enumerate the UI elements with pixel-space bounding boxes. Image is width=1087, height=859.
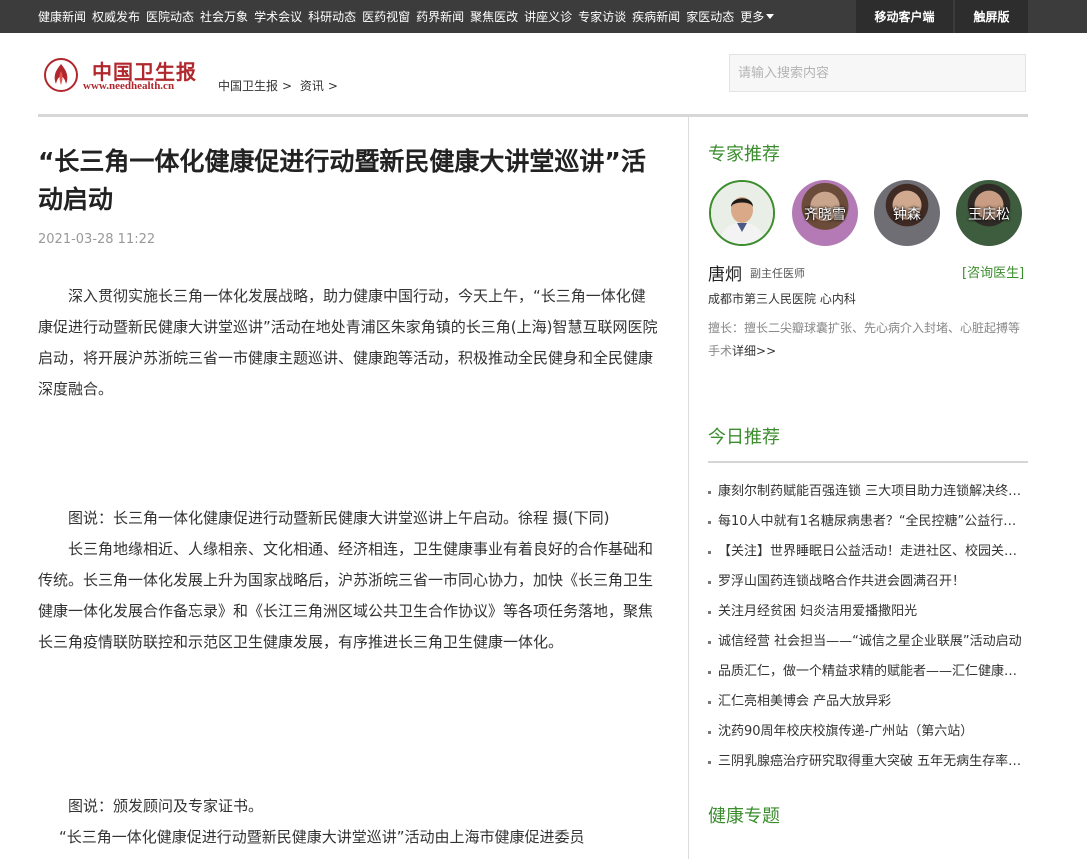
nav-item[interactable]: 社会万象 (200, 8, 248, 25)
nav-item[interactable]: 专家访谈 (578, 8, 626, 25)
news-title: 三阴乳腺癌治疗研究取得重大突破 五年无病生存率显著提高 (718, 754, 1028, 769)
nav-item[interactable]: 医院动态 (146, 8, 194, 25)
nav-item[interactable]: 医药视窗 (362, 8, 410, 25)
search-input[interactable] (729, 54, 1026, 92)
nav-item[interactable]: 聚焦医改 (470, 8, 518, 25)
nav-item[interactable]: 健康新闻 (38, 8, 86, 25)
doctor-rank: 副主任医师 (750, 267, 805, 280)
nav-item[interactable]: 讲座义诊 (524, 8, 572, 25)
expert-name-label: 齐晓雪 (804, 207, 846, 223)
column-divider (688, 117, 689, 859)
article-title: “长三角一体化健康促进行动暨新民健康大讲堂巡讲”活动启动 (38, 147, 646, 214)
logo-url: www.needhealth.cn (83, 80, 175, 92)
mobile-client-button[interactable]: 移动客户端 (856, 0, 953, 33)
expert-avatar[interactable]: 王庆松 (956, 180, 1022, 246)
news-list: 康刻尔制药赋能百强连锁 三大项目助力连锁解决终端难题 每10人中就有1名糖尿病患… (708, 477, 1028, 777)
news-item[interactable]: 诚信经营 社会担当——“诚信之星企业联展”活动启动 (708, 627, 1028, 657)
nav-item[interactable]: 科研动态 (308, 8, 356, 25)
doctor-hospital: 成都市第三人民医院 心内科 (708, 292, 856, 306)
site-logo[interactable]: 中国卫生报 www.needhealth.cn (44, 56, 214, 96)
nav-item[interactable]: 家医动态 (686, 8, 734, 25)
top-nav-bar: 健康新闻 权威发布 医院动态 社会万象 学术会议 科研动态 医药视窗 药界新闻 … (0, 0, 1087, 33)
chevron-down-icon (766, 14, 775, 19)
experts-section-title: 专家推荐 (708, 144, 780, 165)
expert-avatar[interactable] (709, 180, 775, 246)
news-title: 【关注】世界睡眠日公益活动！走进社区、校园关注睡眠健康 (718, 544, 1028, 559)
bullet-icon (708, 641, 711, 644)
bullet-icon (708, 581, 711, 584)
breadcrumb-separator: > (327, 79, 338, 93)
today-section-title: 今日推荐 (708, 427, 780, 448)
nav-item[interactable]: 药界新闻 (416, 8, 464, 25)
expert-name-label: 钟森 (893, 207, 921, 223)
flame-logo-icon (44, 58, 78, 92)
doctor-specialty: 擅长：擅长二尖瓣球囊扩张、先心病介入封堵、心脏起搏等手术详细>> (708, 317, 1028, 363)
news-item[interactable]: 每10人中就有1名糖尿病患者？“全民控糖”公益行动开启 (708, 507, 1028, 537)
expert-avatar[interactable]: 齐晓雪 (792, 180, 858, 246)
breadcrumb-item[interactable]: 中国卫生报 (218, 79, 278, 93)
nav-item[interactable]: 学术会议 (254, 8, 302, 25)
top-nav: 健康新闻 权威发布 医院动态 社会万象 学术会议 科研动态 医药视窗 药界新闻 … (38, 0, 775, 33)
expert-avatar[interactable]: 钟森 (874, 180, 940, 246)
details-link[interactable]: 详细>> (732, 344, 776, 358)
section-divider (708, 461, 1028, 463)
article-paragraph: “长三角一体化健康促进行动暨新民健康大讲堂巡讲”活动由上海市健康促进委员 (59, 828, 585, 846)
news-item[interactable]: 【关注】世界睡眠日公益活动！走进社区、校园关注睡眠健康 (708, 537, 1028, 567)
header-divider (38, 114, 1028, 117)
bullet-icon (708, 551, 711, 554)
bullet-icon (708, 761, 711, 764)
news-item[interactable]: 沈药90周年校庆校旗传递-广州站（第六站） (708, 717, 1028, 747)
breadcrumb-item[interactable]: 资讯 (300, 79, 324, 93)
bullet-icon (708, 701, 711, 704)
article-paragraph: 深入贯彻实施长三角一体化发展战略，助力健康中国行动，今天上午，“长三角一体化健康… (38, 287, 658, 398)
nav-item[interactable]: 疾病新闻 (632, 8, 680, 25)
breadcrumb-separator: > (282, 79, 293, 93)
news-item[interactable]: 三阴乳腺癌治疗研究取得重大突破 五年无病生存率显著提高 (708, 747, 1028, 777)
expert-name-label: 王庆松 (968, 207, 1010, 223)
news-title: 罗浮山国药连锁战略合作共进会圆满召开！ (718, 574, 966, 589)
news-title: 关注月经贫困 妇炎洁用爱播撒阳光 (718, 604, 918, 619)
news-item[interactable]: 罗浮山国药连锁战略合作共进会圆满召开！ (708, 567, 1028, 597)
photo-caption: 图说：长三角一体化健康促进行动暨新民健康大讲堂巡讲上午启动。徐程 摄(下同) (68, 509, 610, 527)
article-paragraph: 长三角地缘相近、人缘相亲、文化相通、经济相连，卫生健康事业有着良好的合作基础和传… (38, 540, 654, 651)
bullet-icon (708, 521, 711, 524)
bullet-icon (708, 731, 711, 734)
news-title: 每10人中就有1名糖尿病患者？“全民控糖”公益行动开启 (718, 514, 1028, 529)
breadcrumb: 中国卫生报 > 资讯 > (218, 77, 342, 94)
doctor-name[interactable]: 唐炯 (708, 260, 742, 285)
news-title: 康刻尔制药赋能百强连锁 三大项目助力连锁解决终端难题 (718, 484, 1028, 499)
news-title: 诚信经营 社会担当——“诚信之星企业联展”活动启动 (718, 634, 1022, 649)
topics-section-title: 健康专题 (708, 806, 780, 827)
bullet-icon (708, 611, 711, 614)
news-item[interactable]: 品质汇仁，做一个精益求精的赋能者——汇仁健康品牌故事 (708, 657, 1028, 687)
news-title: 沈药90周年校庆校旗传递-广州站（第六站） (718, 724, 974, 739)
news-item[interactable]: 关注月经贫困 妇炎洁用爱播撒阳光 (708, 597, 1028, 627)
touch-version-button[interactable]: 触屏版 (955, 0, 1028, 33)
news-title: 品质汇仁，做一个精益求精的赋能者——汇仁健康品牌故事 (718, 664, 1028, 679)
nav-more-button[interactable]: 更多 (740, 8, 775, 25)
photo-caption: 图说：颁发顾问及专家证书。 (68, 797, 264, 815)
nav-more-label: 更多 (740, 10, 765, 24)
article-date: 2021-03-28 11:22 (38, 232, 156, 247)
news-item[interactable]: 康刻尔制药赋能百强连锁 三大项目助力连锁解决终端难题 (708, 477, 1028, 507)
news-title: 汇仁亮相美博会 产品大放异彩 (718, 694, 892, 709)
nav-item[interactable]: 权威发布 (92, 8, 140, 25)
news-item[interactable]: 汇仁亮相美博会 产品大放异彩 (708, 687, 1028, 717)
consult-doctor-link[interactable]: [咨询医生] (962, 262, 1024, 281)
bullet-icon (708, 671, 711, 674)
doctor-photo-icon (711, 182, 773, 244)
bullet-icon (708, 491, 711, 494)
